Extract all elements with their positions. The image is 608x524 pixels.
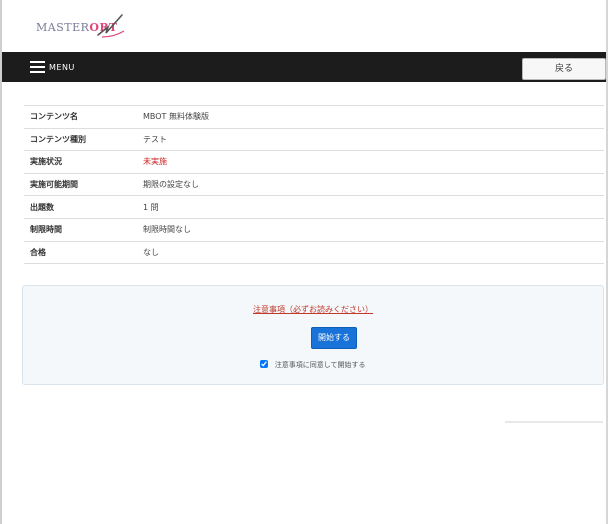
- table-row: 実施可能期間 期限の設定なし: [24, 172, 604, 196]
- menu-button[interactable]: MENU: [30, 59, 75, 75]
- notice-link[interactable]: 注意事項（必ずお読みください）: [253, 305, 373, 314]
- table-row: 出題数 1 問: [24, 195, 604, 219]
- row-label: コンテンツ名: [24, 105, 135, 129]
- row-label: 制限時間: [24, 217, 135, 242]
- hamburger-icon: [30, 61, 45, 73]
- row-value: 1 問: [135, 195, 604, 219]
- row-value: 期限の設定なし: [135, 172, 604, 196]
- table-row: 制限時間 制限時間なし: [24, 217, 604, 242]
- agree-row: 注意事項に同意して開始する: [23, 360, 603, 370]
- row-value: なし: [135, 240, 604, 265]
- row-value: 制限時間なし: [135, 217, 604, 242]
- agree-label: 注意事項に同意して開始する: [274, 361, 366, 369]
- status-value: 未実施: [135, 150, 604, 174]
- table-row: コンテンツ名 MBOT 無料体験版: [24, 105, 604, 129]
- logo-text-main: MASTER: [36, 21, 90, 34]
- swoosh-logo-icon: [97, 14, 125, 38]
- back-button[interactable]: 戻る: [522, 58, 606, 80]
- header: MASTERORT: [2, 0, 606, 53]
- table-row: 合格 なし: [24, 240, 604, 265]
- row-label: 実施可能期間: [24, 172, 135, 196]
- table-row: コンテンツ種別 テスト: [24, 127, 604, 151]
- row-label: コンテンツ種別: [24, 127, 135, 151]
- row-label: 実施状況: [24, 150, 135, 174]
- row-value: MBOT 無料体験版: [135, 105, 604, 129]
- table-row: 実施状況 未実施: [24, 150, 604, 174]
- top-navbar: MENU 戻る: [2, 52, 606, 82]
- row-label: 出題数: [24, 195, 135, 219]
- row-label: 合格: [24, 240, 135, 265]
- menu-label: MENU: [49, 62, 75, 72]
- start-panel: 注意事項（必ずお読みください） 開始する 注意事項に同意して開始する: [22, 285, 604, 385]
- row-value: テスト: [135, 127, 604, 151]
- logo[interactable]: MASTERORT: [36, 14, 126, 38]
- start-button[interactable]: 開始する: [311, 327, 357, 349]
- footer-divider: [505, 421, 603, 423]
- notice-text: 注意事項（必ずお読みください）: [23, 304, 603, 315]
- content-info-table: コンテンツ名 MBOT 無料体験版 コンテンツ種別 テスト 実施状況 未実施 実…: [24, 105, 604, 265]
- agree-checkbox[interactable]: [260, 360, 269, 368]
